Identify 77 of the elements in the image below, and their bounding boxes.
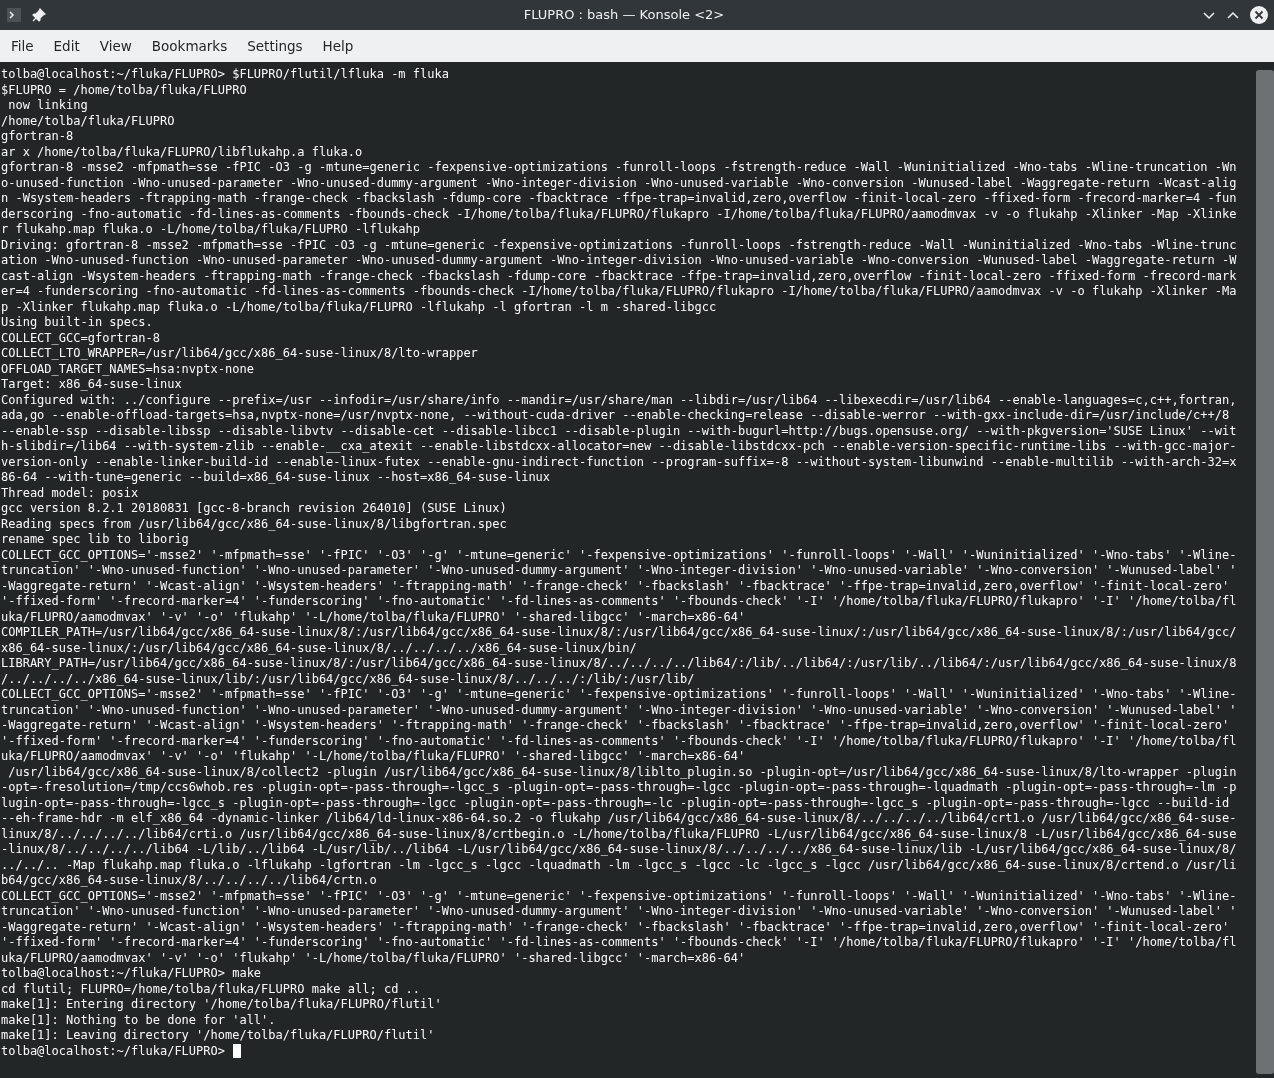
minimize-chevron-icon[interactable] bbox=[1202, 10, 1216, 20]
menu-item[interactable]: Bookmarks bbox=[143, 32, 236, 60]
terminal-line: rename spec lib to liborig bbox=[1, 532, 189, 548]
terminal-line: COLLECT_GCC=gfortran-8 bbox=[1, 330, 160, 346]
terminal-line: -linux/8/../../../../lib64 -L/lib/../lib64 -L/usr/lib/../lib64 -L/usr/lib64/gcc/x86_64-suse-linux/8/../../../../x86_64-suse-linux/lib -L/usr/lib64/gcc/x86_64-suse-linux/8/ bbox=[1, 842, 1237, 858]
terminal-line: 86-64 --with-tune=generic --build=x86_64-suse-linux --host=x86_64-suse-linux bbox=[1, 470, 551, 486]
terminal-line: COLLECT_GCC_OPTIONS='-msse2' '-mfpmath=sse' '-fPIC' '-O3' '-g' '-mtune=generic' '-fexpensive-optimizations' '-funroll-loops' '-Wall' '-Wuninitialized' '-Wno-tabs' '-Wline- bbox=[1, 547, 1237, 563]
terminal-line: er=4 -funderscoring -fno-automatic -fd-lines-as-comments -fbounds-check -I/home/tolba/fluka/FLUPRO/flukapro -I/home/tolba/fluka/FLUPRO/aamodmvax -v -o flukahp -Xlinker -Ma bbox=[1, 284, 1237, 300]
terminal-line: linux/8/../../../../lib64/crti.o /usr/lib64/gcc/x86_64-suse-linux/8/crtbegin.o -L/home/tolba/fluka/FLUPRO -L/usr/lib64/gcc/x86_64-suse-linux/8 -L/usr/lib64/gcc/x86_64-suse bbox=[1, 826, 1237, 842]
terminal-line: LIBRARY_PATH=/usr/lib64/gcc/x86_64-suse-linux/8/:/usr/lib64/gcc/x86_64-suse-linux/8/../../../../lib64/:/lib/../lib64/:/usr/lib/../lib64/:/usr/lib64/gcc/x86_64-suse-linux/8 bbox=[1, 656, 1237, 672]
terminal-line: r flukahp.map fluka.o -L/home/tolba/fluka/FLUPRO -lflukahp bbox=[1, 222, 421, 238]
terminal-line: make[1]: Leaving directory '/home/tolba/fluka/FLUPRO/flutil' bbox=[1, 1028, 435, 1044]
terminal-line: --eh-frame-hdr -m elf_x86_64 -dynamic-linker /lib64/ld-linux-x86-64.so.2 -o flukahp /usr/lib64/gcc/x86_64-suse-linux/8/../../../../lib64/crt1.o /usr/lib64/gcc/x86_64-suse- bbox=[1, 811, 1237, 827]
terminal-line: '-ffixed-form' '-frecord-marker=4' '-funderscoring' '-fno-automatic' '-fd-lines-as-comments' '-fbounds-check' '-I' '/home/tolba/fluka/FLUPRO/flukapro' '-I' '/home/tolba/fl bbox=[1, 594, 1237, 610]
close-icon[interactable] bbox=[1250, 6, 1268, 24]
terminal-line: COLLECT_LTO_WRAPPER=/usr/lib64/gcc/x86_64-suse-linux/8/lto-wrapper bbox=[1, 346, 478, 362]
terminal-line: make[1]: Nothing to be done for 'all'. bbox=[1, 1012, 276, 1028]
terminal-line: truncation' '-Wno-unused-function' '-Wno-unused-parameter' '-Wno-unused-dummy-argument' '-Wno-integer-division' '-Wno-unused-variable' '-Wno-conversion' '-Wunused-label' ' bbox=[1, 563, 1237, 579]
terminal-line: uka/FLUPRO/aamodmvax' '-v' '-o' 'flukahp' '-L/home/tolba/fluka/FLUPRO' '-shared-libgcc' '-march=x86-64' bbox=[1, 950, 746, 966]
terminal-line: gfortran-8 bbox=[1, 129, 74, 145]
terminal-line: h-slibdir=/lib64 --with-system-zlib --enable-__cxa_atexit --enable-libstdcxx-allocator=new --disable-libstdcxx-pch --enable-version-specific-runtime-libs --with-gcc-major- bbox=[1, 439, 1237, 455]
pin-icon[interactable] bbox=[32, 8, 46, 22]
terminal-line: p -Xlinker flukahp.map fluka.o -L/home/tolba/fluka/FLUPRO -lflukahp -l gfortran -l m -shared-libgcc bbox=[1, 299, 717, 315]
terminal-line: OFFLOAD_TARGET_NAMES=hsa:nvptx-none bbox=[1, 361, 254, 377]
maximize-chevron-icon[interactable] bbox=[1226, 10, 1240, 20]
terminal-line: uka/FLUPRO/aamodmvax' '-v' '-o' 'flukahp' '-L/home/tolba/fluka/FLUPRO' '-shared-libgcc' '-march=x86-64' bbox=[1, 749, 746, 765]
terminal-line: Reading specs from /usr/lib64/gcc/x86_64-suse-linux/8/libgfortran.spec bbox=[1, 516, 507, 532]
terminal-line: '-ffixed-form' '-frecord-marker=4' '-funderscoring' '-fno-automatic' '-fd-lines-as-comments' '-fbounds-check' '-I' '/home/tolba/fluka/FLUPRO/flukapro' '-I' '/home/tolba/fl bbox=[1, 733, 1237, 749]
terminal-line: COLLECT_GCC_OPTIONS='-msse2' '-mfpmath=sse' '-fPIC' '-O3' '-g' '-mtune=generic' '-fexpensive-optimizations' '-funroll-loops' '-Wall' '-Wuninitialized' '-Wno-tabs' '-Wline- bbox=[1, 888, 1237, 904]
terminal-line: derscoring -fno-automatic -fd-lines-as-comments -fbounds-check -I/home/tolba/fluka/FLUPRO/flukapro -I/home/tolba/fluka/FLUPRO/aamodmvax -v -o flukahp -Xlinker -Map -Xlinke bbox=[1, 206, 1237, 222]
terminal-line: /home/tolba/fluka/FLUPRO bbox=[1, 113, 175, 129]
terminal-line: ../../.. -Map flukahp.map fluka.o -lflukahp -lgfortran -lm -lgcc_s -lgcc -lquadmath -lm -lgcc_s -lgcc -lc -lgcc_s -lgcc /usr/lib64/gcc/x86_64-suse-linux/8/crtend.o /usr/li bbox=[1, 857, 1237, 873]
terminal-line: cd flutil; FLUPRO=/home/tolba/fluka/FLUPRO make all; cd .. bbox=[1, 981, 421, 997]
terminal-line: tolba@localhost:~/fluka/FLUPRO> $FLUPRO/flutil/lfluka -m fluka bbox=[1, 67, 449, 83]
terminal-line: gfortran-8 -msse2 -mfpmath=sse -fPIC -O3 -g -mtune=generic -fexpensive-optimizations -funroll-loops -fstrength-reduce -Wall -Wuninitialized -Wno-tabs -Wline-truncation -Wn bbox=[1, 160, 1237, 176]
menu-item[interactable]: File bbox=[3, 32, 42, 60]
terminal-line: ada,go --enable-offload-targets=hsa,nvptx-none=/usr/nvptx-none, --without-cuda-driver --enable-checking=release --disable-werror --with-gxx-include-dir=/usr/include/c++/8 bbox=[1, 408, 1230, 424]
menu-item[interactable]: View bbox=[91, 32, 140, 60]
terminal-line: Target: x86_64-suse-linux bbox=[1, 377, 182, 393]
menu-item[interactable]: Edit bbox=[45, 32, 88, 60]
terminal-line: '-ffixed-form' '-frecord-marker=4' '-funderscoring' '-fno-automatic' '-fd-lines-as-comments' '-fbounds-check' '-I' '/home/tolba/fluka/FLUPRO/flukapro' '-I' '/home/tolba/fl bbox=[1, 935, 1237, 951]
terminal-line: n -Wsystem-headers -ftrapping-math -frange-check -fbackslash -fdump-core -fbacktrace -ffpe-trap=invalid,zero,overflow -finit-local-zero -ffixed-form -frecord-marker=4 -fun bbox=[1, 191, 1237, 207]
terminal-line: version-only --enable-linker-build-id --enable-linux-futex --enable-gnu-indirect-function --program-suffix=-8 --without-system-libunwind --enable-multilib --with-arch-32=x bbox=[1, 454, 1237, 470]
terminal-line: lugin-opt=-pass-through=-lgcc_s -plugin-opt=-pass-through=-lgcc -plugin-opt=-pass-through=-lc -plugin-opt=-pass-through=-lgcc_s -plugin-opt=-pass-through=-lgcc --build-id bbox=[1, 795, 1230, 811]
terminal-line: -Waggregate-return' '-Wcast-align' '-Wsystem-headers' '-ftrapping-math' '-frange-check' '-fbackslash' '-fbacktrace' '-ffpe-trap=invalid,zero,overflow' '-finit-local-zero' bbox=[1, 578, 1230, 594]
terminal-line: x86_64-suse-linux/:/usr/lib64/gcc/x86_64-suse-linux/8/../../../../x86_64-suse-linux/bin/ bbox=[1, 640, 637, 656]
terminal-line: truncation' '-Wno-unused-function' '-Wno-unused-parameter' '-Wno-unused-dummy-argument' '-Wno-integer-division' '-Wno-unused-variable' '-Wno-conversion' '-Wunused-label' ' bbox=[1, 904, 1237, 920]
terminal-line: now linking bbox=[7, 98, 88, 114]
menu-item[interactable]: Help bbox=[314, 32, 362, 60]
terminal-line: -Waggregate-return' '-Wcast-align' '-Wsystem-headers' '-ftrapping-math' '-frange-check' '-fbackslash' '-fbacktrace' '-ffpe-trap=invalid,zero,overflow' '-finit-local-zero' bbox=[1, 718, 1230, 734]
scrollbar-thumb[interactable] bbox=[1256, 70, 1274, 1074]
terminal-line: cast-align -Wsystem-headers -ftrapping-math -frange-check -fbackslash -fdump-core -fbacktrace -ffpe-trap=invalid,zero,overflow -finit-local-zero -ffixed-form -frecord-mark bbox=[1, 268, 1237, 284]
terminal-line: b64/gcc/x86_64-suse-linux/8/../../../../lib64/crtn.o bbox=[1, 873, 377, 889]
terminal-line: Configured with: ../configure --prefix=/usr --infodir=/usr/share/info --mandir=/usr/share/man --libdir=/usr/lib64 --libexecdir=/usr/lib64 --enable-languages=c,c++,fortran, bbox=[1, 392, 1237, 408]
menu-item[interactable]: Settings bbox=[239, 32, 311, 60]
terminal-line: uka/FLUPRO/aamodmvax' '-v' '-o' 'flukahp' '-L/home/tolba/fluka/FLUPRO' '-shared-libgcc' '-march=x86-64' bbox=[1, 609, 746, 625]
terminal-line: COMPILER_PATH=/usr/lib64/gcc/x86_64-suse-linux/8/:/usr/lib64/gcc/x86_64-suse-linux/8/:/usr/lib64/gcc/x86_64-suse-linux/:/usr/lib64/gcc/x86_64-suse-linux/8/:/usr/lib64/gcc/ bbox=[1, 625, 1237, 641]
terminal-line: -Waggregate-return' '-Wcast-align' '-Wsystem-headers' '-ftrapping-math' '-frange-check' '-fbackslash' '-fbacktrace' '-ffpe-trap=invalid,zero,overflow' '-finit-local-zero' bbox=[1, 919, 1230, 935]
terminal-line: tolba@localhost:~/fluka/FLUPRO> make bbox=[1, 966, 262, 982]
terminal-line: Using built-in specs. bbox=[1, 315, 153, 331]
terminal-line: --enable-ssp --disable-libssp --disable-libvtv --disable-cet --disable-libcc1 --disable-plugin --with-bugurl=http://bugs.opensuse.org/ --with-pkgversion='SUSE Linux' --wit bbox=[1, 423, 1237, 439]
terminal-line: o-unused-function -Wno-unused-parameter -Wno-unused-dummy-argument -Wno-integer-division -Wno-unused-variable -Wno-conversion -Wunused-label -Waggregate-return -Wcast-alig bbox=[1, 175, 1237, 191]
terminal-line: ation -Wno-unused-function -Wno-unused-parameter -Wno-unused-dummy-argument -Wno-integer-division -Wno-unused-variable -Wno-conversion -Wunused-label -Waggregate-return -W bbox=[1, 253, 1237, 269]
terminal-icon bbox=[6, 7, 22, 23]
terminal-line: tolba@localhost:~/fluka/FLUPRO> bbox=[1, 1043, 225, 1059]
window-title: FLUPRO : bash — Konsole <2> bbox=[522, 6, 726, 25]
terminal-line: truncation' '-Wno-unused-function' '-Wno-unused-parameter' '-Wno-unused-dummy-argument' '-Wno-integer-division' '-Wno-unused-variable' '-Wno-conversion' '-Wunused-label' ' bbox=[1, 702, 1237, 718]
terminal-line: $FLUPRO = /home/tolba/fluka/FLUPRO bbox=[1, 82, 247, 98]
terminal-line: COLLECT_GCC_OPTIONS='-msse2' '-mfpmath=sse' '-fPIC' '-O3' '-g' '-mtune=generic' '-fexpensive-optimizations' '-funroll-loops' '-Wall' '-Wuninitialized' '-Wno-tabs' '-Wline- bbox=[1, 687, 1237, 703]
terminal-line: Thread model: posix bbox=[1, 485, 139, 501]
terminal-line: /../../../../x86_64-suse-linux/lib/:/usr/lib64/gcc/x86_64-suse-linux/8/../../../:/lib/:/usr/lib/ bbox=[1, 671, 695, 687]
terminal-line: /usr/lib64/gcc/x86_64-suse-linux/8/collect2 -plugin /usr/lib64/gcc/x86_64-suse-linux/8/liblto_plugin.so -plugin-opt=/usr/lib64/gcc/x86_64-suse-linux/8/lto-wrapper -plugin bbox=[7, 764, 1237, 780]
terminal-line: gcc version 8.2.1 20180831 [gcc-8-branch revision 264010] (SUSE Linux) bbox=[1, 501, 507, 517]
terminal-line: -opt=-fresolution=/tmp/ccs6whob.res -plugin-opt=-pass-through=-lgcc_s -plugin-opt=-pass-through=-lgcc -plugin-opt=-pass-through=-lquadmath -plugin-opt=-pass-through=-lm -p bbox=[1, 780, 1237, 796]
terminal-line: ar x /home/tolba/fluka/FLUPRO/libflukahp.a fluka.o bbox=[1, 144, 363, 160]
terminal-line: make[1]: Entering directory '/home/tolba/fluka/FLUPRO/flutil' bbox=[1, 997, 442, 1013]
terminal-line: Driving: gfortran-8 -msse2 -mfpmath=sse -fPIC -O3 -g -mtune=generic -fexpensive-optimizations -funroll-loops -fstrength-reduce -Wall -Wuninitialized -Wno-tabs -Wline-trunc bbox=[1, 237, 1237, 253]
